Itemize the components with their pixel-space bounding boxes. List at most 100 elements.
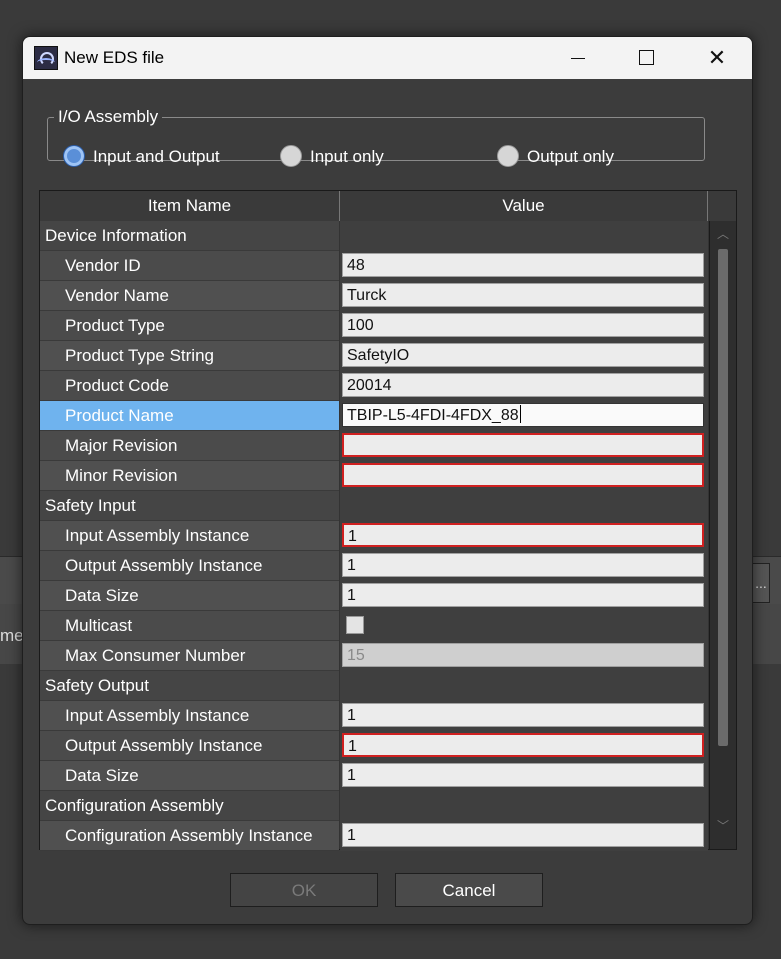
- value-input[interactable]: [342, 433, 704, 457]
- radio-label: Input and Output: [93, 147, 220, 166]
- value-cell: [340, 791, 708, 821]
- grid-row[interactable]: Product Type 100: [40, 311, 708, 341]
- grid-row[interactable]: Data Size 1: [40, 581, 708, 611]
- grid-row[interactable]: Input Assembly Instance 1: [40, 701, 708, 731]
- radio-label: Output only: [527, 147, 614, 166]
- value-cell: 1: [340, 821, 708, 851]
- section-label: Configuration Assembly: [40, 791, 339, 821]
- grid-header: Item Name Value: [40, 191, 736, 221]
- grid-row[interactable]: Product Type String SafetyIO: [40, 341, 708, 371]
- grid-row[interactable]: Max Consumer Number 15: [40, 641, 708, 671]
- close-button[interactable]: ✕: [694, 37, 740, 79]
- value-text: 48: [347, 257, 365, 274]
- value-text: 1: [348, 738, 357, 755]
- grid-row[interactable]: Configuration Assembly Instance 1: [40, 821, 708, 851]
- value-text: 1: [347, 557, 356, 574]
- io-assembly-group: I/O Assembly Input and Output Input only…: [47, 107, 705, 167]
- title-bar[interactable]: New EDS file ✕: [23, 37, 752, 79]
- item-name-cell: Vendor ID: [40, 251, 339, 281]
- value-text: 20014: [347, 377, 392, 394]
- scroll-up-arrow-icon[interactable]: ︿: [713, 225, 733, 243]
- section-label: Safety Output: [40, 671, 339, 701]
- grid-row[interactable]: Output Assembly Instance 1: [40, 551, 708, 581]
- item-name-cell: Output Assembly Instance: [40, 551, 339, 581]
- column-header-value[interactable]: Value: [340, 191, 708, 221]
- item-name-cell: Data Size: [40, 761, 339, 791]
- value-cell: 1: [340, 701, 708, 731]
- value-input[interactable]: SafetyIO: [342, 343, 704, 367]
- value-input[interactable]: 1: [342, 523, 704, 547]
- section-label: Safety Input: [40, 491, 339, 521]
- grid-row[interactable]: Output Assembly Instance 1: [40, 731, 708, 761]
- value-input[interactable]: 1: [342, 703, 704, 727]
- new-eds-file-dialog: New EDS file ✕ I/O Assembly Input and Ou…: [22, 36, 753, 925]
- value-cell: 1: [340, 551, 708, 581]
- maximize-button[interactable]: [623, 37, 669, 79]
- item-name-cell: Input Assembly Instance: [40, 701, 339, 731]
- column-header-item-name[interactable]: Item Name: [40, 191, 340, 221]
- maximize-icon: [638, 49, 654, 65]
- value-input[interactable]: 1: [342, 763, 704, 787]
- value-input[interactable]: 20014: [342, 373, 704, 397]
- grid-row[interactable]: Vendor Name Turck: [40, 281, 708, 311]
- minimize-button[interactable]: [555, 37, 601, 79]
- value-text: TBIP-L5-4FDI-4FDX_88: [347, 407, 519, 424]
- value-cell: 1: [340, 581, 708, 611]
- grid-row[interactable]: Input Assembly Instance 1: [40, 521, 708, 551]
- value-text: 15: [347, 647, 365, 664]
- item-name-cell: Product Code: [40, 371, 339, 401]
- cancel-button[interactable]: Cancel: [395, 873, 543, 907]
- value-text: 100: [347, 317, 374, 334]
- text-caret: [519, 405, 521, 423]
- ok-button[interactable]: OK: [230, 873, 378, 907]
- value-text: 1: [348, 528, 357, 545]
- grid-row[interactable]: Product Name TBIP-L5-4FDI-4FDX_88: [40, 401, 708, 431]
- scrollbar-thumb[interactable]: [718, 249, 728, 746]
- item-name-cell: Vendor Name: [40, 281, 339, 311]
- grid-section-row: Safety Input: [40, 491, 708, 521]
- grid-row[interactable]: Major Revision: [40, 431, 708, 461]
- vertical-scrollbar[interactable]: ︿ ﹀: [709, 221, 736, 849]
- value-cell: Turck: [340, 281, 708, 311]
- value-input[interactable]: [342, 463, 704, 487]
- value-text: 1: [347, 827, 356, 844]
- value-cell: [340, 611, 708, 641]
- grid-rows: Device Information Vendor ID 48 Vendor Name…: [40, 221, 708, 851]
- grid-section-row: Configuration Assembly: [40, 791, 708, 821]
- grid-section-row: Device Information: [40, 221, 708, 251]
- grid-row[interactable]: Minor Revision: [40, 461, 708, 491]
- grid-row[interactable]: Vendor ID 48: [40, 251, 708, 281]
- value-cell: 20014: [340, 371, 708, 401]
- value-input[interactable]: TBIP-L5-4FDI-4FDX_88: [342, 403, 704, 427]
- io-assembly-legend: I/O Assembly: [58, 107, 159, 126]
- value-text: Turck: [347, 287, 387, 304]
- radio-indicator-icon[interactable]: [280, 145, 302, 167]
- value-input[interactable]: 1: [342, 823, 704, 847]
- value-input[interactable]: 100: [342, 313, 704, 337]
- close-icon: ✕: [707, 45, 727, 70]
- radio-indicator-icon[interactable]: [497, 145, 519, 167]
- radio-indicator-icon[interactable]: [63, 145, 85, 167]
- value-cell: 48: [340, 251, 708, 281]
- value-input[interactable]: 48: [342, 253, 704, 277]
- scroll-down-arrow-icon[interactable]: ﹀: [713, 817, 733, 835]
- grid-row[interactable]: Product Code 20014: [40, 371, 708, 401]
- value-input[interactable]: Turck: [342, 283, 704, 307]
- multicast-checkbox[interactable]: [346, 616, 364, 634]
- item-name-cell: Configuration Assembly Instance: [40, 821, 339, 851]
- section-label: Device Information: [40, 221, 339, 251]
- background-more-button[interactable]: ...: [752, 563, 770, 603]
- value-text: SafetyIO: [347, 347, 410, 364]
- value-cell: 1: [340, 521, 708, 551]
- value-cell: 100: [340, 311, 708, 341]
- radio-label: Input only: [310, 147, 384, 166]
- grid-row[interactable]: Data Size 1: [40, 761, 708, 791]
- item-name-cell: Major Revision: [40, 431, 339, 461]
- value-cell: 1: [340, 761, 708, 791]
- value-input[interactable]: 1: [342, 583, 704, 607]
- grid-row[interactable]: Multicast: [40, 611, 708, 641]
- value-cell: [340, 221, 708, 251]
- value-input[interactable]: 1: [342, 733, 704, 757]
- value-text: 1: [347, 587, 356, 604]
- value-input[interactable]: 1: [342, 553, 704, 577]
